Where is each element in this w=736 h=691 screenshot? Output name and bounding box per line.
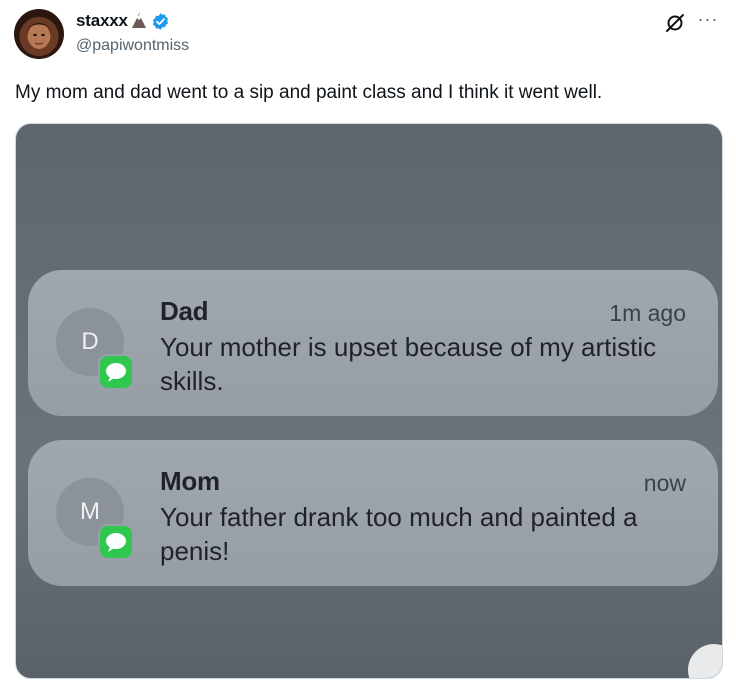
notification-body: Your father drank too much and painted a…: [160, 502, 638, 566]
author-handle[interactable]: @papiwontmiss: [76, 35, 189, 57]
notification-body: Your mother is upset because of my artis…: [160, 332, 657, 396]
tweet-media-image[interactable]: D Dad 1m ago Your mother is upset becaus…: [15, 123, 723, 679]
tweet-text: My mom and dad went to a sip and paint c…: [15, 82, 603, 103]
grok-icon[interactable]: [664, 12, 686, 34]
volcano-emoji-icon: [130, 12, 148, 30]
author-block: staxxx @papiwontmiss: [76, 9, 189, 57]
notification-sender: Mom: [160, 466, 220, 496]
notification-time: 1m ago: [609, 300, 686, 326]
notification-mom: M Mom now Your father drank too much and…: [28, 440, 718, 586]
notification-dad: D Dad 1m ago Your mother is upset becaus…: [28, 270, 718, 416]
notification-sender: Dad: [160, 296, 209, 326]
messages-app-icon: [98, 354, 134, 390]
notification-time: now: [643, 470, 686, 496]
more-icon[interactable]: ···: [695, 9, 721, 33]
messages-app-icon: [98, 524, 134, 560]
display-name[interactable]: staxxx: [76, 11, 128, 31]
verified-badge-icon[interactable]: [151, 12, 170, 31]
author-avatar[interactable]: [14, 9, 64, 59]
page-curl-decoration: [688, 644, 722, 678]
avatar-portrait: [26, 23, 52, 49]
author-name-row[interactable]: staxxx: [76, 9, 189, 33]
